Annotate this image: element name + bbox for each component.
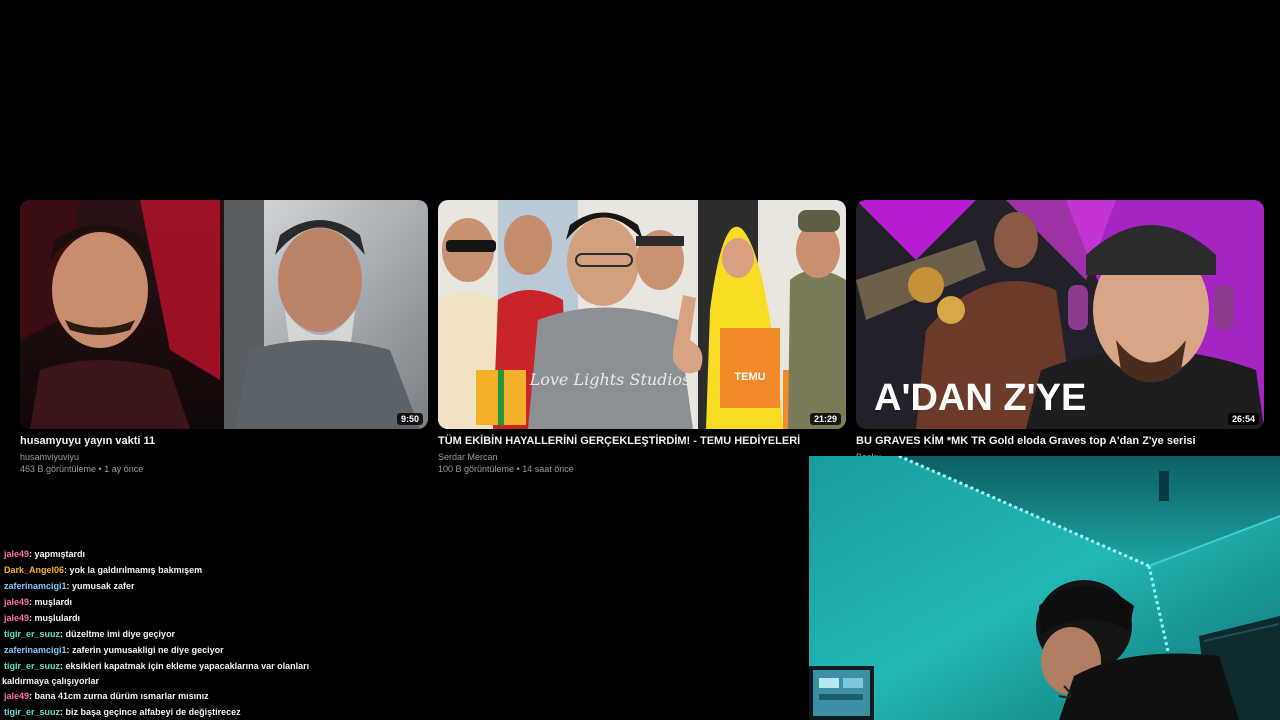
thumbnail-temu-text: TEMU (734, 371, 765, 383)
chat-text: : yumusak zafer (66, 581, 135, 591)
chat-username: jale49 (4, 597, 30, 607)
chat-username: tigir_er_suuz (4, 707, 61, 717)
chat-text-continued: kaldırmaya çalışıyorlar (2, 676, 100, 686)
thumbnail-shirt-text: Love Lights Studios (529, 370, 691, 389)
video-card-3[interactable]: A'DAN Z'YE 26:54 BU GRAVES KİM *MK TR Go… (856, 200, 1264, 462)
video-meta: 463 B görüntüleme • 1 ay önce (20, 464, 144, 474)
video-title[interactable]: BU GRAVES KİM *MK TR Gold eloda Graves t… (856, 435, 1264, 447)
chat-text: : muşlardı (29, 597, 73, 607)
chat-message: zaferinamcigi1: yumusak zafer (4, 578, 324, 594)
video-card-1[interactable]: 9:50 husamyuyu yayın vakti 11 husamviyuv… (20, 200, 428, 474)
chat-message: jale49: yapmıştardı (4, 546, 324, 562)
video-meta: 100 B görüntüleme • 14 saat önce (438, 464, 574, 474)
chat-username: jale49 (4, 691, 30, 701)
thumbnail-image-3: A'DAN Z'YE (856, 200, 1264, 429)
chat-message: jale49: bana 41cm zurna dürüm ısmarlar m… (4, 688, 324, 704)
video-duration: 21:29 (809, 413, 841, 425)
chat-text: : eksikleri kapatmak için ekleme yapacak… (60, 661, 310, 671)
chat-text: : zaferin yumusakligi ne diye geciyor (66, 645, 224, 655)
chat-username: tigir_er_suuz (4, 629, 61, 639)
video-card-2[interactable]: Love Lights Studios TEMU 21:29 TÜM EKİBİ… (438, 200, 846, 474)
chat-message: jale49: muşlardı (4, 594, 324, 610)
chat-text: : düzeltme imi diye geçiyor (60, 629, 176, 639)
chat-overlay: jale49: yapmıştardı Dark_Angel06: yok la… (2, 546, 324, 720)
chat-message: Dark_Angel06: yok la galdırılmamış bakmı… (4, 562, 324, 578)
video-thumbnail-3[interactable]: A'DAN Z'YE 26:54 (856, 200, 1264, 429)
chat-username: tigir_er_suuz (4, 661, 61, 671)
chat-text: : biz başa geçince alfabeyi de değiştire… (60, 707, 241, 717)
thumbnail-caption-text: A'DAN Z'YE (874, 377, 1086, 419)
chat-username: zaferinamcigi1 (4, 645, 67, 655)
thumbnail-image-1 (20, 200, 428, 429)
video-title[interactable]: TÜM EKİBİN HAYALLERİNİ GERÇEKLEŞTİRDİM! … (438, 435, 846, 447)
chat-username: jale49 (4, 549, 30, 559)
video-duration: 26:54 (1227, 413, 1259, 425)
chat-message: tigir_er_suuz: eksikleri kapatmak için e… (4, 658, 324, 674)
chat-username: jale49 (4, 613, 30, 623)
chat-username: Dark_Angel06 (4, 565, 65, 575)
webcam-overlay (809, 456, 1280, 720)
video-thumbnail-1[interactable]: 9:50 (20, 200, 428, 429)
chat-text: : yapmıştardı (29, 549, 86, 559)
video-channel[interactable]: Serdar Mercan (438, 452, 846, 462)
chat-message: tigir_er_suuz: düzeltme imi diye geçiyor (4, 626, 324, 642)
video-channel[interactable]: husamviyuviyu (20, 452, 428, 462)
video-duration: 9:50 (396, 413, 423, 425)
webcam-image (809, 456, 1280, 720)
chat-message: tigir_er_suuz: biz başa geçince alfabeyi… (4, 704, 324, 720)
chat-text: : muşlulardı (29, 613, 81, 623)
chat-username: zaferinamcigi1 (4, 581, 67, 591)
chat-text: : bana 41cm zurna dürüm ısmarlar mısınız (29, 691, 209, 701)
video-thumbnail-2[interactable]: Love Lights Studios TEMU 21:29 (438, 200, 846, 429)
chat-text: : yok la galdırılmamış bakmışem (64, 565, 203, 575)
video-title[interactable]: husamyuyu yayın vakti 11 (20, 435, 428, 447)
chat-message: zaferinamcigi1: zaferin yumusakligi ne d… (4, 642, 324, 658)
chat-message: jale49: muşlulardı (4, 610, 324, 626)
thumbnail-image-2: Love Lights Studios TEMU (438, 200, 846, 429)
